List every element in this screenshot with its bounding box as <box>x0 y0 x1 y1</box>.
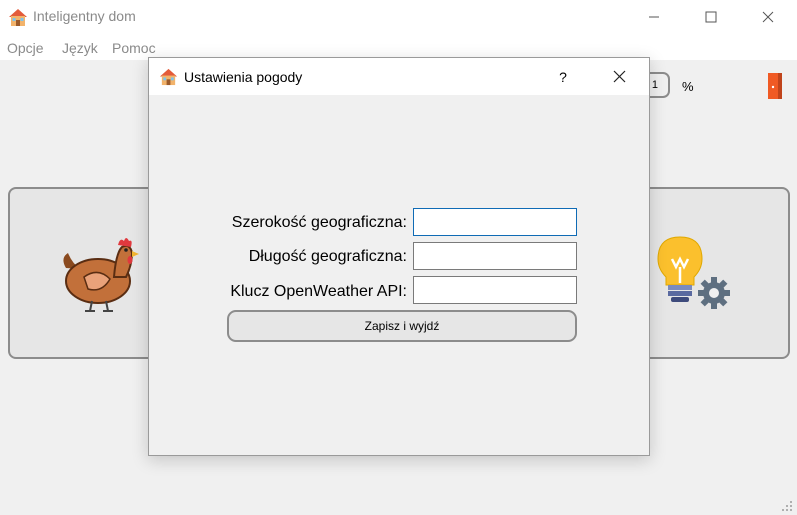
dialog-close-button[interactable] <box>595 58 643 95</box>
resize-grip-icon[interactable] <box>780 499 794 513</box>
dialog-titlebar[interactable]: Ustawienia pogody ? <box>149 58 649 95</box>
menu-item-jezyk[interactable]: Język <box>62 40 98 56</box>
minimize-icon <box>649 16 659 18</box>
maximize-icon <box>705 11 717 23</box>
window-titlebar[interactable]: Inteligentny dom <box>0 0 797 34</box>
weather-settings-dialog: Ustawienia pogody ? Szerokość geograficz… <box>148 57 650 456</box>
dialog-title: Ustawienia pogody <box>184 69 303 85</box>
longitude-label: Długość geograficzna: <box>248 248 407 265</box>
menu-item-opcje[interactable]: Opcje <box>7 40 44 56</box>
save-and-exit-button[interactable]: Zapisz i wyjdź <box>227 310 577 342</box>
chicken-icon <box>63 238 139 312</box>
house-icon <box>9 9 27 26</box>
window-title: Inteligentny dom <box>33 8 136 24</box>
help-button[interactable]: ? <box>547 58 579 95</box>
longitude-input[interactable] <box>413 242 577 270</box>
latitude-input[interactable] <box>413 208 577 236</box>
percent-label: % <box>682 79 694 94</box>
close-button[interactable] <box>739 0 797 34</box>
api-key-input[interactable] <box>413 276 577 304</box>
minimize-button[interactable] <box>625 0 683 34</box>
close-icon <box>762 11 774 23</box>
maximize-button[interactable] <box>682 0 740 34</box>
house-icon <box>159 68 178 86</box>
api-key-label: Klucz OpenWeather API: <box>230 283 407 300</box>
latitude-label: Szerokość geograficzna: <box>231 214 407 231</box>
menu-item-pomoc[interactable]: Pomoc <box>112 40 156 56</box>
lightbulb-gear-icon <box>657 236 730 309</box>
exit-door-icon[interactable] <box>765 73 785 99</box>
close-icon <box>613 70 625 83</box>
